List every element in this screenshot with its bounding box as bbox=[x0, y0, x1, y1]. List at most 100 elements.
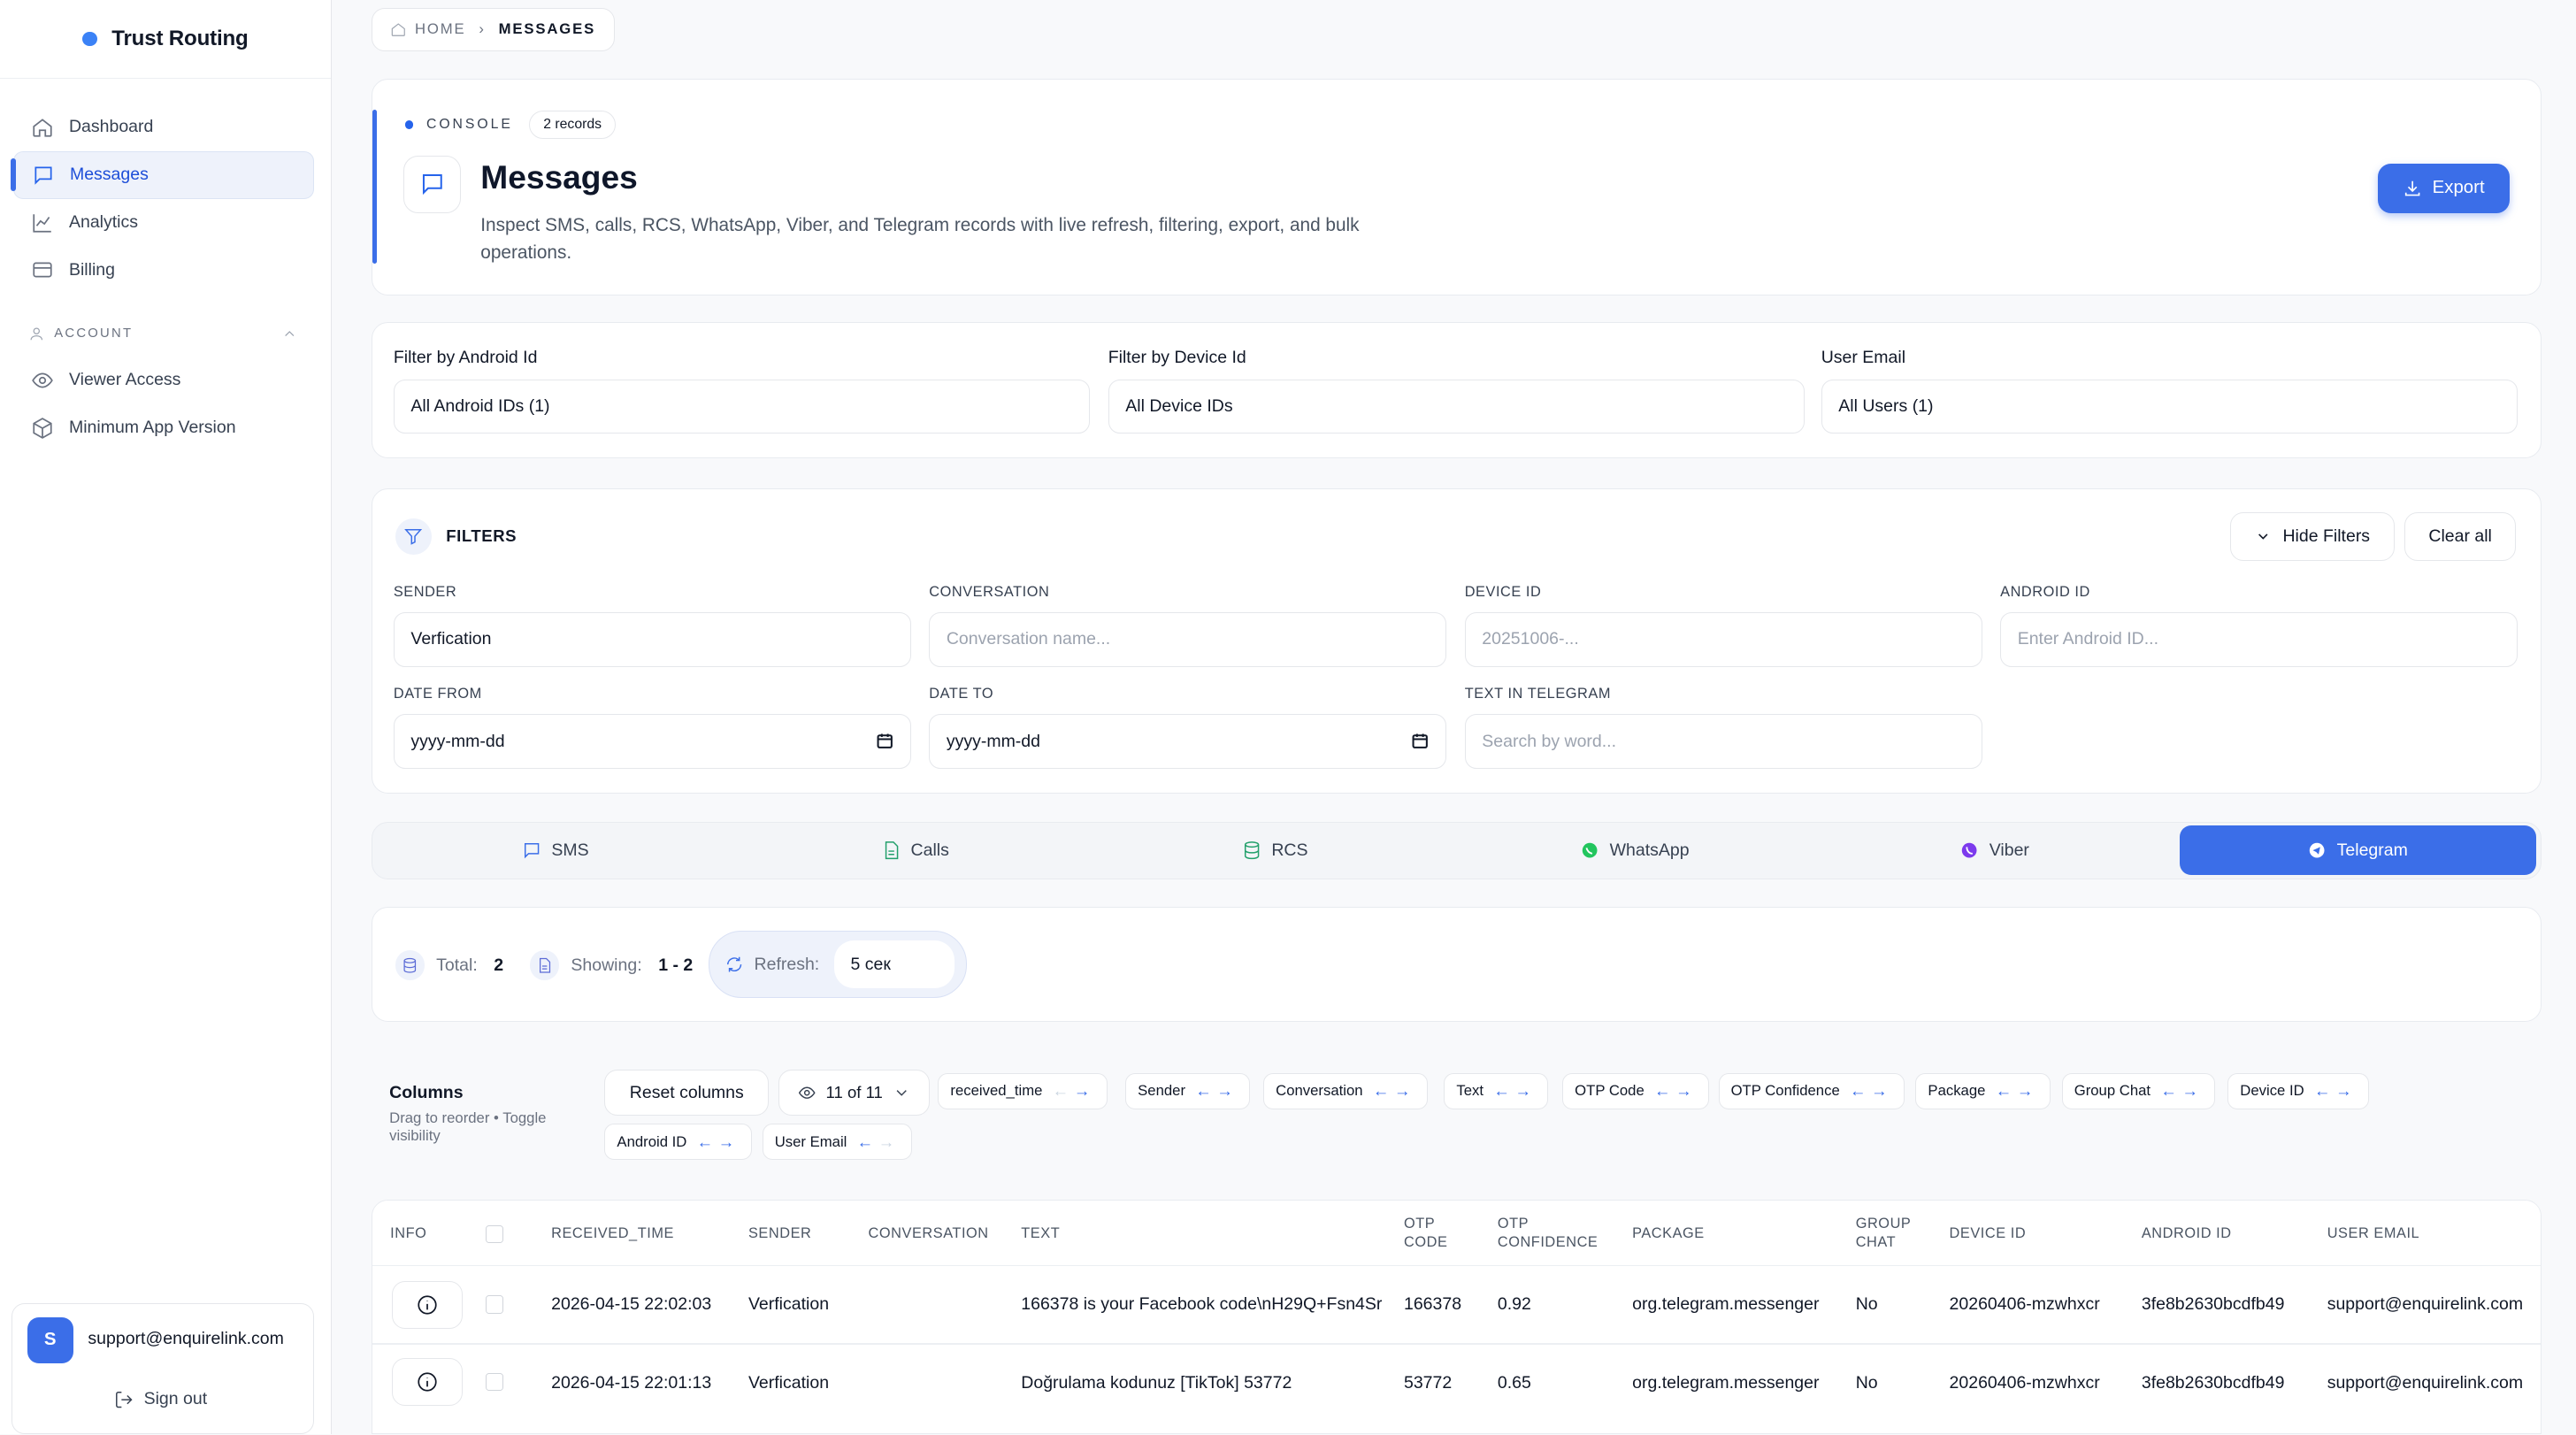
column-chip-device-id[interactable]: Device ID ←→ bbox=[2227, 1072, 2370, 1109]
cell-package: org.telegram.messenger bbox=[1632, 1293, 1820, 1314]
card-icon bbox=[33, 263, 52, 278]
conversation-input[interactable]: Conversation name... bbox=[929, 612, 1447, 667]
package-icon bbox=[33, 417, 52, 439]
column-header-group-chat[interactable]: GROUP CHAT bbox=[1856, 1201, 1921, 1266]
tab-viber[interactable]: Viber bbox=[1816, 825, 2173, 875]
text-in-telegram-input[interactable]: Search by word... bbox=[1464, 714, 1982, 769]
reorder-arrows[interactable]: ←→ bbox=[1996, 1081, 2038, 1101]
tab-whatsapp[interactable]: WhatsApp bbox=[1456, 825, 1813, 875]
message-icon bbox=[34, 166, 52, 185]
row-info-button[interactable] bbox=[391, 1280, 463, 1329]
user-icon bbox=[30, 327, 42, 341]
column-header-android-id[interactable]: ANDROID ID bbox=[2142, 1201, 2232, 1266]
breadcrumb-home[interactable]: HOME bbox=[415, 20, 466, 38]
avatar[interactable]: S bbox=[27, 1316, 73, 1363]
message-type-tabs: SMS Calls RCS WhatsApp Viber Telegram bbox=[371, 821, 2542, 879]
hide-filters-label: Hide Filters bbox=[2282, 526, 2371, 546]
database-icon bbox=[1244, 841, 1260, 860]
messages-table: INFO RECEIVED_TIME SENDER CONVERSATION T… bbox=[371, 1199, 2542, 1435]
download-icon bbox=[2405, 180, 2420, 196]
refresh-interval-select[interactable]: 5 сек bbox=[833, 940, 954, 989]
sidebar-item-viewer-access[interactable]: Viewer Access bbox=[13, 357, 314, 404]
android-id-label: ANDROID ID bbox=[2000, 584, 2090, 601]
hide-filters-button[interactable]: Hide Filters bbox=[2230, 511, 2395, 562]
select-all-checkbox[interactable] bbox=[485, 1224, 504, 1243]
row-checkbox[interactable] bbox=[485, 1372, 504, 1392]
reorder-arrows[interactable]: ←→ bbox=[1195, 1081, 1238, 1101]
reorder-arrows[interactable]: ←→ bbox=[1373, 1081, 1415, 1101]
sender-input[interactable]: Verfication bbox=[393, 612, 911, 667]
column-header-text[interactable]: TEXT bbox=[1021, 1201, 1060, 1266]
column-header-sender[interactable]: SENDER bbox=[748, 1201, 811, 1266]
sidebar-item-analytics[interactable]: Analytics bbox=[13, 199, 314, 247]
android-id-input[interactable]: Enter Android ID... bbox=[2000, 612, 2518, 667]
android-id-select[interactable]: All Android IDs (1) bbox=[393, 379, 1091, 434]
reorder-arrows[interactable]: ←→ bbox=[696, 1132, 739, 1152]
column-chip-otp-confidence[interactable]: OTP Confidence ←→ bbox=[1718, 1072, 1905, 1109]
column-chip-label: Android ID bbox=[617, 1132, 687, 1150]
column-chip-package[interactable]: Package ←→ bbox=[1915, 1072, 2051, 1109]
column-header-conversation[interactable]: CONVERSATION bbox=[869, 1201, 989, 1266]
status-dot bbox=[404, 120, 414, 129]
column-header-package[interactable]: PACKAGE bbox=[1632, 1201, 1705, 1266]
clear-all-button[interactable]: Clear all bbox=[2404, 511, 2517, 562]
sidebar-item-label: Dashboard bbox=[68, 117, 154, 137]
reorder-arrows[interactable]: ←→ bbox=[2314, 1081, 2357, 1101]
filters-card: FILTERS Hide Filters Clear all SENDER Ve… bbox=[371, 487, 2542, 794]
column-chip-received-time[interactable]: received_time ←→ bbox=[938, 1072, 1108, 1109]
column-chip-otp-code[interactable]: OTP Code ←→ bbox=[1562, 1072, 1710, 1109]
device-id-select[interactable]: All Device IDs bbox=[1108, 379, 1806, 434]
home-icon[interactable] bbox=[390, 21, 407, 38]
date-from-input[interactable]: yyyy-mm-dd bbox=[393, 714, 911, 769]
column-chip-sender[interactable]: Sender ←→ bbox=[1125, 1072, 1251, 1109]
sidebar-item-billing[interactable]: Billing bbox=[13, 247, 314, 295]
tab-calls[interactable]: Calls bbox=[737, 825, 1093, 875]
reorder-arrows[interactable]: ←→ bbox=[1654, 1081, 1697, 1101]
column-chip-android-id[interactable]: Android ID ←→ bbox=[604, 1124, 752, 1161]
tab-rcs[interactable]: RCS bbox=[1097, 825, 1453, 875]
column-header-received-time[interactable]: RECEIVED_TIME bbox=[551, 1201, 674, 1266]
showing-stat: Showing: 1 - 2 bbox=[529, 950, 693, 980]
account-section-toggle[interactable]: ACCOUNT bbox=[13, 317, 314, 349]
column-header-user-email[interactable]: USER EMAIL bbox=[2327, 1201, 2419, 1266]
calendar-icon[interactable] bbox=[876, 732, 893, 749]
reset-columns-button[interactable]: Reset columns bbox=[604, 1070, 770, 1116]
column-chip-conversation[interactable]: Conversation ←→ bbox=[1263, 1072, 1428, 1109]
reorder-arrows[interactable]: ←→ bbox=[857, 1132, 900, 1152]
brand[interactable]: Trust Routing bbox=[0, 0, 332, 80]
account-nav: ACCOUNT Viewer Access Minimum App Versio… bbox=[13, 317, 314, 451]
reorder-arrows[interactable]: ←→ bbox=[2160, 1081, 2203, 1101]
date-from-value: yyyy-mm-dd bbox=[410, 731, 505, 751]
column-chip-label: Group Chat bbox=[2074, 1082, 2151, 1100]
sidebar-item-minimum-app-version[interactable]: Minimum App Version bbox=[13, 404, 314, 452]
column-header-otp-confidence[interactable]: OTP CONFIDENCE bbox=[1498, 1201, 1613, 1266]
reorder-arrows[interactable]: ←→ bbox=[1493, 1081, 1536, 1101]
cell-otp-code: 166378 bbox=[1403, 1293, 1462, 1314]
tab-telegram[interactable]: Telegram bbox=[2179, 825, 2536, 875]
device-id-input[interactable]: 20251006-... bbox=[1464, 612, 1982, 667]
export-button[interactable]: Export bbox=[2378, 163, 2510, 213]
user-email-select[interactable]: All Users (1) bbox=[1821, 379, 2518, 434]
tab-sms[interactable]: SMS bbox=[377, 825, 733, 875]
row-checkbox[interactable] bbox=[485, 1295, 504, 1314]
cell-text: Doğrulama kodunuz [TikTok] 53772 bbox=[1021, 1372, 1292, 1393]
column-header-otp-code[interactable]: OTP CODE bbox=[1404, 1201, 1463, 1266]
tab-label: Telegram bbox=[2336, 840, 2408, 860]
eye-icon bbox=[798, 1086, 816, 1099]
column-chip-user-email[interactable]: User Email ←→ bbox=[762, 1124, 912, 1161]
sign-out-button[interactable]: Sign out bbox=[114, 1389, 207, 1409]
column-chip-group-chat[interactable]: Group Chat ←→ bbox=[2061, 1072, 2216, 1109]
reorder-arrows[interactable]: ←→ bbox=[1053, 1081, 1095, 1101]
reorder-arrows[interactable]: ←→ bbox=[1850, 1081, 1892, 1101]
sidebar-item-messages[interactable]: Messages bbox=[11, 150, 314, 199]
visible-columns-dropdown[interactable]: 11 of 11 bbox=[778, 1070, 931, 1116]
date-to-input[interactable]: yyyy-mm-dd bbox=[929, 714, 1447, 769]
column-header-device-id[interactable]: DEVICE ID bbox=[1950, 1201, 2027, 1266]
column-chip-text[interactable]: Text ←→ bbox=[1444, 1072, 1549, 1109]
row-info-button[interactable] bbox=[391, 1357, 463, 1406]
breadcrumb-separator: › bbox=[479, 20, 486, 38]
sidebar-item-dashboard[interactable]: Dashboard bbox=[13, 104, 314, 151]
calendar-icon[interactable] bbox=[1411, 732, 1429, 749]
showing-label: Showing: bbox=[571, 955, 642, 975]
sender-filter: SENDER Verfication bbox=[393, 584, 911, 667]
